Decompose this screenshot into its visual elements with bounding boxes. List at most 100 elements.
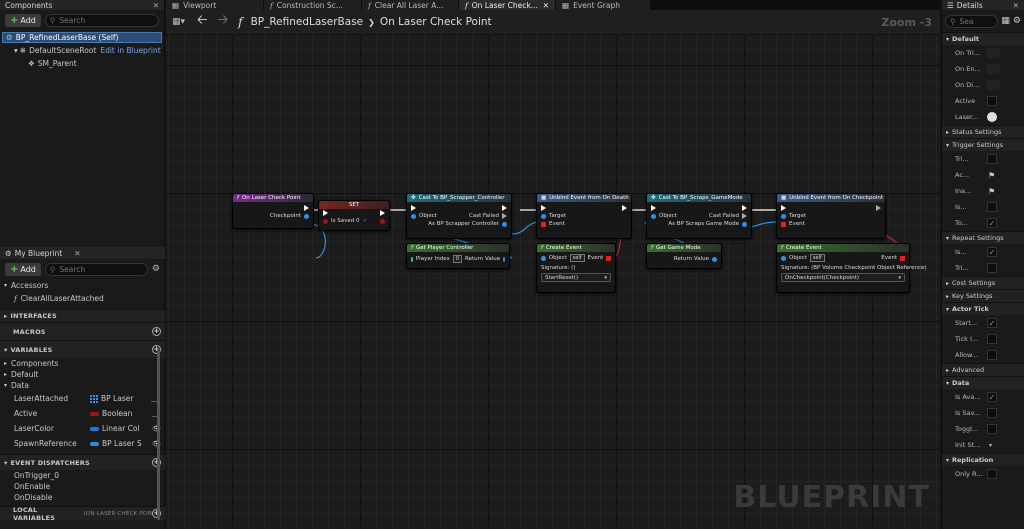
- self-input[interactable]: self: [569, 254, 585, 262]
- player-index-input[interactable]: 0: [452, 255, 463, 263]
- as-pin[interactable]: As BP Scrapper Controller: [407, 220, 511, 228]
- details-search[interactable]: ⚲: [945, 14, 999, 28]
- checkbox[interactable]: [987, 469, 997, 479]
- interfaces-category[interactable]: ▸ INTERFACES: [0, 309, 165, 322]
- node-unbind-on-checkpoint[interactable]: ▦ Unbind Event from On Checkpoint Target…: [776, 193, 886, 239]
- empty-field[interactable]: [987, 64, 1000, 74]
- my-blueprint-tab[interactable]: ⚙ My Blueprint ✕: [0, 247, 165, 259]
- node-unbind-on-death[interactable]: ▦ Unbind Event from On Death Target Even…: [536, 193, 632, 239]
- tab-viewport[interactable]: ▦ Viewport: [166, 0, 264, 10]
- local-variables-category[interactable]: LOCAL VARIABLES (ON LASER CHECK POIN +: [0, 506, 165, 522]
- components-search-input[interactable]: [59, 15, 154, 25]
- exec-out-pin[interactable]: [233, 204, 313, 212]
- details-section-header[interactable]: ▾ Repeat Settings: [942, 231, 1024, 244]
- add-component-button[interactable]: + Add: [5, 13, 41, 27]
- components-search[interactable]: ⚲: [44, 13, 159, 27]
- variable-row[interactable]: Active Boolean ﹏: [0, 406, 165, 421]
- checkbox[interactable]: [987, 334, 997, 344]
- object-pin[interactable]: Object self Event: [537, 254, 615, 262]
- details-section-header[interactable]: ▾ Data: [942, 376, 1024, 389]
- dispatcher-item[interactable]: OnDisable: [0, 492, 165, 503]
- breadcrumb-blueprint[interactable]: BP_RefinedLaserBase: [251, 16, 364, 28]
- var-group-components[interactable]: ▸ Components: [0, 358, 165, 369]
- checkbox-checked[interactable]: ✓: [987, 318, 997, 328]
- self-input[interactable]: self: [809, 254, 825, 262]
- forward-arrow-icon[interactable]: 🡢: [218, 11, 229, 33]
- color-swatch[interactable]: [987, 112, 997, 122]
- tree-item-sm-parent[interactable]: ❖ SM_Parent: [0, 58, 164, 69]
- empty-field[interactable]: [987, 48, 1000, 58]
- exec-pins[interactable]: [777, 204, 885, 212]
- breadcrumb-function[interactable]: On Laser Check Point: [380, 16, 492, 28]
- tab-on-laser-check-point[interactable]: f On Laser Check... ✕: [459, 0, 556, 10]
- node-create-event-start-reset[interactable]: f Create Event Object self Event Signatu…: [536, 243, 616, 293]
- components-tab[interactable]: Components ✕: [0, 0, 164, 10]
- checkbox[interactable]: [987, 408, 997, 418]
- details-section-header[interactable]: ▸ Advanced: [942, 363, 1024, 376]
- add-macro-icon[interactable]: +: [152, 327, 161, 336]
- close-icon[interactable]: ✕: [153, 1, 159, 10]
- function-item[interactable]: f ClearAllLaserAttached: [0, 292, 165, 305]
- object-pin[interactable]: Object Cast Failed: [647, 212, 751, 220]
- variable-row[interactable]: LaserColorLinear Col👁: [0, 421, 165, 436]
- event-pin[interactable]: Event: [537, 220, 631, 228]
- node-function-entry[interactable]: f On Laser Check Point Checkpoint: [232, 193, 314, 229]
- node-cast-scrapper-controller[interactable]: ✥ Cast To BP_Scrapper_Controller Object …: [406, 193, 512, 239]
- exec-pins[interactable]: [407, 204, 511, 212]
- variable-row[interactable]: SpawnReferenceBP Laser S👁: [0, 436, 165, 451]
- exec-pins[interactable]: [537, 204, 631, 212]
- my-blueprint-search[interactable]: ⚲: [44, 262, 148, 276]
- function-select[interactable]: StartReset() ▾: [541, 273, 611, 282]
- node-get-player-controller[interactable]: f Get Player Controller Player Index 0 R…: [406, 243, 510, 269]
- checkbox-checked[interactable]: ✓: [987, 392, 997, 402]
- exec-pins[interactable]: [319, 209, 389, 217]
- details-tab[interactable]: ☰ Details ✕: [942, 0, 1024, 10]
- empty-field[interactable]: [987, 80, 1000, 90]
- details-section-header[interactable]: ▾ Trigger Settings: [942, 138, 1024, 151]
- accessors-category[interactable]: ▾ Accessors: [0, 279, 165, 292]
- flag-icon[interactable]: ⚑: [988, 187, 995, 196]
- node-cast-scraps-gamemode[interactable]: ✥ Cast To BP_Scraps_GameMode Object Cast…: [646, 193, 752, 239]
- checkbox-checked[interactable]: ✓: [987, 218, 997, 228]
- gear-icon[interactable]: ⚙: [1013, 16, 1021, 26]
- details-section-header[interactable]: ▸ Status Settings: [942, 125, 1024, 138]
- function-select[interactable]: OnCheckpoint(Checkpoint) ▾: [781, 273, 905, 282]
- tab-clear-all-laser[interactable]: f Clear All Laser A...: [362, 0, 459, 10]
- variable-row[interactable]: LaserAttached BP Laser ﹏: [0, 391, 165, 406]
- tab-construction-script[interactable]: f Construction Sc...: [264, 0, 362, 10]
- checkbox[interactable]: [987, 263, 997, 273]
- flag-icon[interactable]: ⚑: [988, 171, 995, 180]
- return-pin[interactable]: Return Value: [647, 255, 721, 263]
- graph-canvas[interactable]: f On Laser Check Point Checkpoint SET Is…: [166, 35, 940, 529]
- gear-icon[interactable]: ⚙: [152, 264, 160, 274]
- details-section-header[interactable]: ▸ Key Settings: [942, 289, 1024, 302]
- dispatcher-item[interactable]: OnTrigger_0: [0, 470, 165, 481]
- grid-view-icon[interactable]: ▦: [1001, 16, 1010, 26]
- chevron-down-icon[interactable]: ▾: [989, 442, 992, 449]
- target-pin[interactable]: Target: [777, 212, 885, 220]
- macros-category[interactable]: MACROS +: [0, 322, 165, 340]
- close-icon[interactable]: ✕: [1013, 1, 1019, 10]
- details-section-header[interactable]: ▸ Cost Settings: [942, 276, 1024, 289]
- checkbox[interactable]: [987, 96, 997, 106]
- checkpoint-pin[interactable]: Checkpoint: [233, 212, 313, 220]
- exec-pins[interactable]: [647, 204, 751, 212]
- my-blueprint-search-input[interactable]: [59, 264, 143, 274]
- tree-item-default-scene-root[interactable]: ▾ ❋ DefaultSceneRoot Edit in Blueprint: [0, 45, 164, 56]
- edit-in-blueprint-link[interactable]: Edit in Blueprint: [100, 46, 160, 55]
- tree-item-self[interactable]: ⚙ BP_RefinedLaserBase (Self): [2, 32, 162, 43]
- scrollbar[interactable]: [157, 350, 160, 520]
- event-pin[interactable]: Event: [777, 220, 885, 228]
- details-section-header[interactable]: ▾ Replication: [942, 453, 1024, 466]
- variables-category[interactable]: ▾ VARIABLES +: [0, 340, 165, 358]
- object-pin[interactable]: Object self Event: [777, 254, 909, 262]
- tab-event-graph[interactable]: ▦ Event Graph: [556, 0, 651, 10]
- checkbox[interactable]: [987, 424, 997, 434]
- target-pin[interactable]: Target: [537, 212, 631, 220]
- checkbox[interactable]: [987, 350, 997, 360]
- details-search-input[interactable]: [959, 16, 994, 26]
- checkbox-checked[interactable]: ✓: [987, 247, 997, 257]
- node-get-game-mode[interactable]: f Get Game Mode Return Value: [646, 243, 722, 269]
- back-arrow-icon[interactable]: 🡠: [197, 11, 208, 33]
- details-section-header[interactable]: ▾ Default: [942, 32, 1024, 45]
